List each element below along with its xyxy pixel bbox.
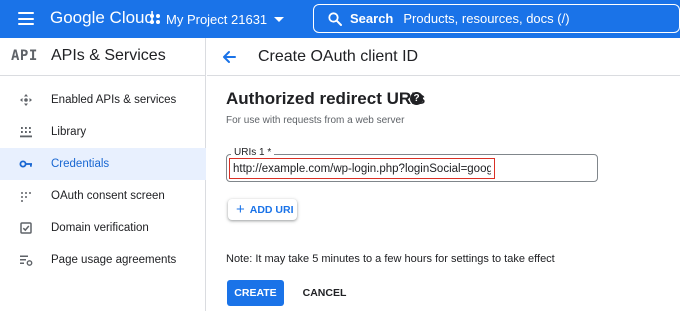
sidebar-item-label: Page usage agreements — [51, 254, 177, 266]
arrow-back-icon[interactable] — [221, 49, 237, 65]
sidebar-item-credentials[interactable]: Credentials — [0, 148, 206, 180]
sidebar-item-domain-verification[interactable]: Domain verification — [0, 212, 206, 244]
library-icon — [20, 127, 32, 138]
menu-icon[interactable] — [18, 12, 34, 25]
sidebar-item-label: Library — [51, 126, 87, 138]
uri-field-label: URIs 1 * — [231, 147, 275, 158]
sidebar-item-label: Domain verification — [51, 222, 149, 234]
add-uri-button[interactable]: + ADD URI — [228, 199, 297, 220]
api-badge-icon: API — [11, 48, 38, 64]
sidebar-item-library[interactable]: Library — [0, 116, 206, 148]
project-selector[interactable]: My Project 21631 — [150, 9, 285, 29]
google-cloud-logo[interactable]: Google Cloud — [50, 8, 154, 28]
sidebar-header: API APIs & Services — [0, 38, 206, 76]
search-icon — [328, 11, 342, 26]
sidebar-item-page-usage[interactable]: Page usage agreements — [0, 244, 206, 276]
section-title: Authorized redirect URIs — [226, 89, 426, 108]
uri-input[interactable] — [229, 158, 495, 179]
sidebar: API APIs & Services Enabled APIs & servi… — [0, 38, 206, 311]
key-icon — [19, 160, 32, 168]
sidebar-item-oauth-consent[interactable]: OAuth consent screen — [0, 180, 206, 212]
settings-list-icon — [20, 255, 33, 266]
section-subtitle: For use with requests from a web server — [226, 115, 405, 126]
enabled-apis-icon — [20, 94, 32, 106]
content-header: Create OAuth client ID — [207, 38, 680, 76]
plus-icon: + — [236, 201, 245, 218]
add-uri-label: ADD URI — [249, 203, 294, 216]
top-app-bar: Google Cloud My Project 21631 Search Pro… — [0, 0, 680, 38]
create-button[interactable]: CREATE — [227, 280, 284, 306]
project-name: My Project 21631 — [166, 11, 268, 27]
search-label: Search — [350, 11, 394, 26]
chevron-down-icon — [274, 16, 285, 22]
consent-screen-icon — [21, 192, 31, 202]
checkbox-icon — [20, 222, 32, 234]
page-title: Create OAuth client ID — [258, 48, 419, 65]
sidebar-item-enabled-apis[interactable]: Enabled APIs & services — [0, 84, 206, 116]
sidebar-title: APIs & Services — [51, 47, 166, 64]
settings-note: Note: It may take 5 minutes to a few hou… — [226, 253, 555, 265]
help-icon[interactable]: ? — [410, 92, 423, 105]
search-placeholder: Products, resources, docs (/) — [403, 11, 570, 26]
sidebar-item-label: OAuth consent screen — [51, 190, 165, 202]
search-bar[interactable]: Search Products, resources, docs (/) — [313, 4, 680, 33]
cancel-button[interactable]: CANCEL — [296, 280, 353, 306]
sidebar-item-label: Credentials — [51, 158, 110, 170]
project-dots-icon — [150, 14, 160, 24]
sidebar-item-label: Enabled APIs & services — [51, 94, 177, 106]
